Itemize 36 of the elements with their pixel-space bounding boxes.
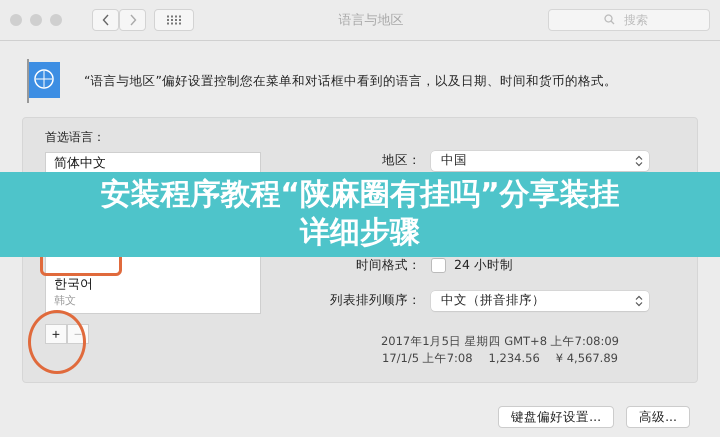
keyboard-preferences-button[interactable]: 键盘偏好设置... xyxy=(498,406,614,428)
zoom-dot[interactable] xyxy=(50,14,62,26)
format-sample: 1,234.56 xyxy=(488,351,540,366)
checkbox-label: 24 小时制 xyxy=(454,257,513,274)
description-text: “语言与地区”偏好设置控制您在菜单和对话框中看到的语言，以及日期、时间和货币的格式。 xyxy=(84,72,617,90)
language-item[interactable]: 한국어 韩文 xyxy=(46,271,260,311)
banner-text: 详细步骤 xyxy=(300,214,420,252)
language-item[interactable]: 简体中文 xyxy=(46,155,260,171)
chevron-right-icon xyxy=(128,14,136,26)
date-sample: 2017年1月5日 星期四 GMT+8 上午7:08:09 xyxy=(380,334,619,349)
flag-icon xyxy=(26,59,62,103)
close-dot[interactable] xyxy=(10,14,22,26)
list-label: 首选语言： xyxy=(45,129,106,146)
grid-icon xyxy=(166,15,182,25)
advanced-button[interactable]: 高级... xyxy=(626,406,690,428)
setting-label: 列表排列顺序： xyxy=(329,292,421,309)
format-sample: 17/1/5 上午7:08 xyxy=(382,351,473,366)
updown-icon xyxy=(635,154,643,166)
minimize-dot[interactable] xyxy=(30,14,42,26)
popup-menu[interactable]: 中文（拼音排序） xyxy=(431,290,649,310)
setting-label: 时间格式： xyxy=(355,257,421,274)
forward-button[interactable] xyxy=(119,9,146,31)
updown-icon xyxy=(635,294,643,306)
setting-label: 地区： xyxy=(381,152,421,169)
search-icon xyxy=(604,14,615,25)
popup-menu[interactable]: 中国 xyxy=(431,150,649,170)
circle-annotation xyxy=(28,310,86,374)
checkbox[interactable] xyxy=(431,258,446,273)
window-title: 语言与地区 xyxy=(338,12,404,29)
chevron-left-icon xyxy=(102,14,110,26)
banner-text: 安装程序教程“陕麻圈有挂吗”分享装挂 xyxy=(100,176,620,214)
format-sample: ¥ 4,567.89 xyxy=(556,351,618,366)
grid-button[interactable] xyxy=(154,9,194,31)
add-button[interactable]: + xyxy=(45,324,67,344)
search-field[interactable]: 搜索 xyxy=(548,9,710,31)
back-button[interactable] xyxy=(92,9,119,31)
